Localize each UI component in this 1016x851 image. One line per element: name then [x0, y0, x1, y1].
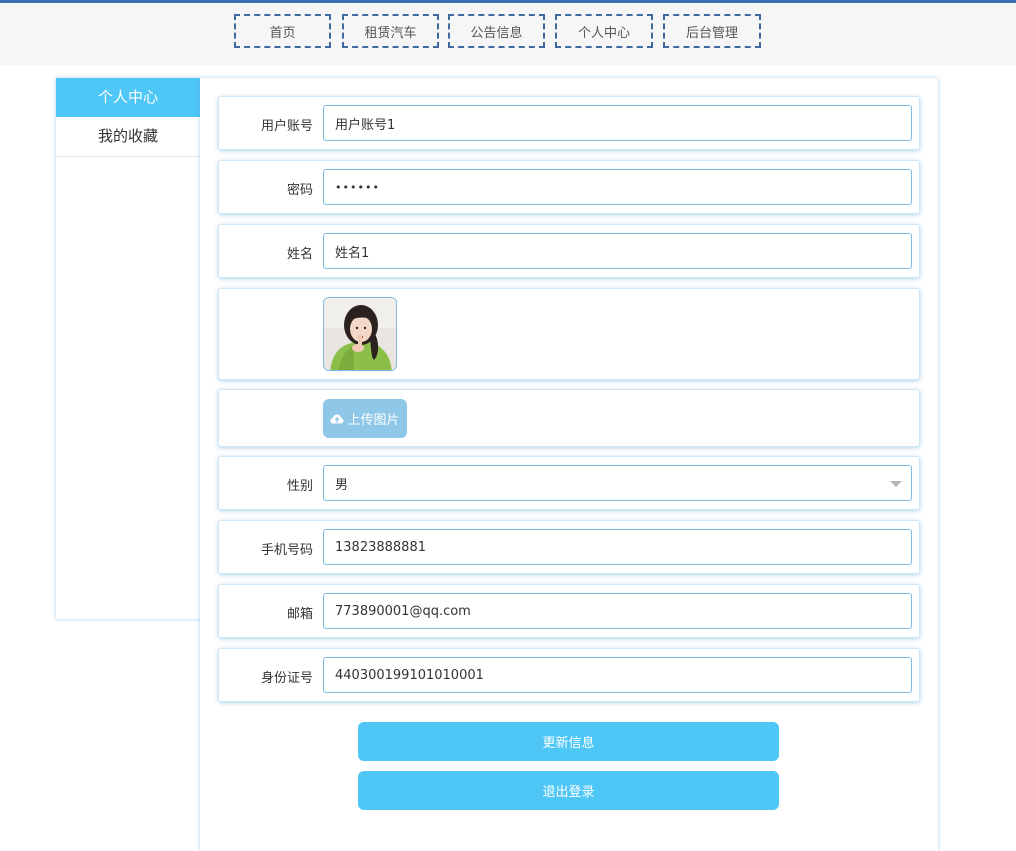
profile-form-panel: 用户账号 用户账号1 密码 •••••• 姓名 姓名1 上传图片 性别 男 手机…	[200, 78, 938, 851]
nav-personal-center[interactable]: 个人中心	[555, 14, 653, 48]
idcard-label: 身份证号	[260, 671, 313, 686]
update-info-button[interactable]: 更新信息	[358, 722, 779, 761]
email-label: 邮箱	[286, 607, 313, 622]
nav-admin[interactable]: 后台管理	[663, 14, 761, 48]
gender-label: 性别	[286, 479, 313, 494]
name-input[interactable]: 姓名1	[323, 233, 912, 269]
username-input[interactable]: 用户账号1	[323, 105, 912, 141]
cloud-upload-icon	[330, 414, 344, 423]
phone-label: 手机号码	[260, 543, 313, 558]
sidebar: 个人中心 我的收藏	[56, 78, 200, 619]
form-row-username: 用户账号 用户账号1	[218, 96, 920, 150]
username-label: 用户账号	[260, 119, 313, 134]
email-input[interactable]: 773890001@qq.com	[323, 593, 912, 629]
chevron-down-icon	[890, 481, 902, 487]
nav-home[interactable]: 首页	[234, 14, 331, 48]
nav-rent-car[interactable]: 租赁汽车	[342, 14, 439, 48]
form-row-email: 邮箱 773890001@qq.com	[218, 584, 920, 638]
logout-button[interactable]: 退出登录	[358, 771, 779, 810]
gender-select[interactable]: 男	[323, 465, 912, 501]
sidebar-item-favorites[interactable]: 我的收藏	[56, 117, 200, 157]
form-row-name: 姓名 姓名1	[218, 224, 920, 278]
name-label: 姓名	[286, 247, 313, 262]
top-navbar: 首页 租赁汽车 公告信息 个人中心 后台管理	[0, 3, 1016, 65]
idcard-input[interactable]: 440300199101010001	[323, 657, 912, 693]
sidebar-item-personal-center[interactable]: 个人中心	[56, 78, 200, 117]
phone-input[interactable]: 13823888881	[323, 529, 912, 565]
form-row-idcard: 身份证号 440300199101010001	[218, 648, 920, 702]
avatar-image	[323, 297, 397, 371]
form-row-upload: 上传图片	[218, 389, 920, 447]
upload-image-button[interactable]: 上传图片	[323, 399, 407, 438]
gender-selected-value: 男	[335, 477, 349, 493]
form-row-phone: 手机号码 13823888881	[218, 520, 920, 574]
upload-image-label: 上传图片	[347, 413, 400, 428]
form-row-avatar	[218, 288, 920, 380]
form-row-password: 密码 ••••••	[218, 160, 920, 214]
password-input[interactable]: ••••••	[323, 169, 912, 205]
form-row-gender: 性别 男	[218, 456, 920, 510]
nav-announcements[interactable]: 公告信息	[448, 14, 545, 48]
password-label: 密码	[286, 183, 313, 198]
